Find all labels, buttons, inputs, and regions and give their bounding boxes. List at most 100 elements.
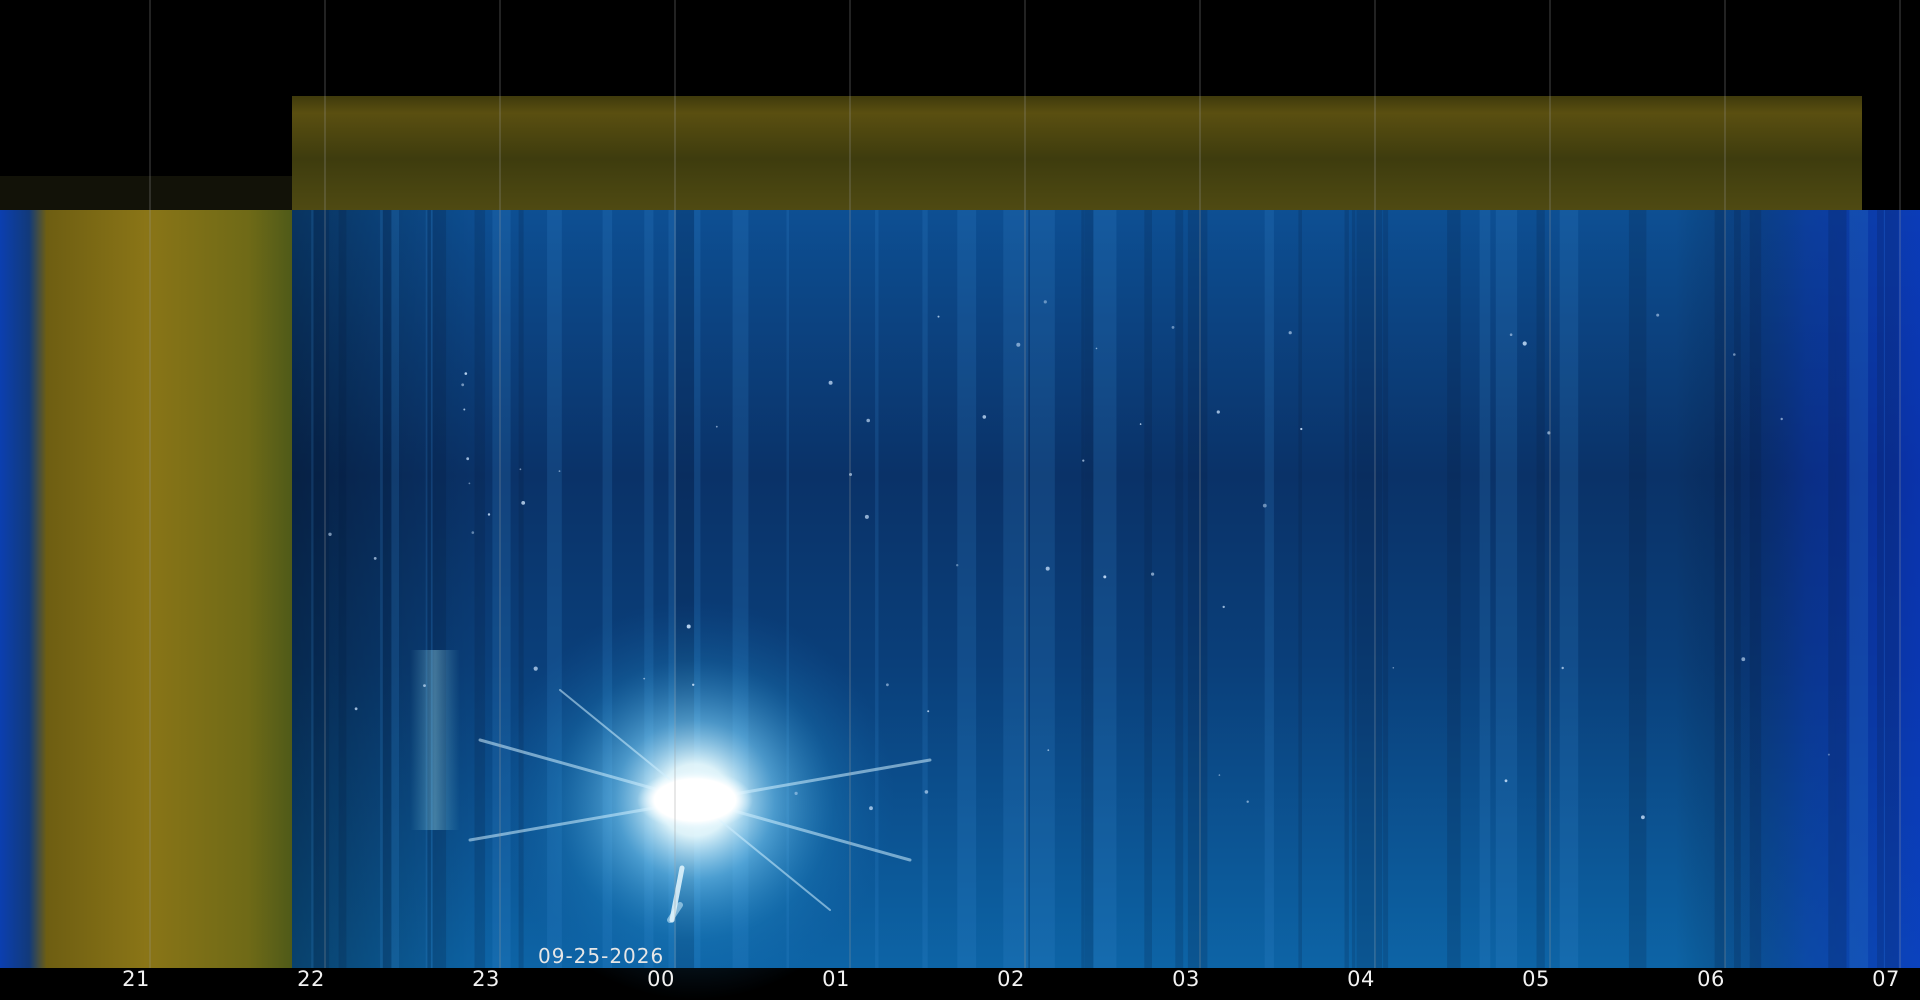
twilight-region-left — [0, 210, 292, 968]
star-speck — [1246, 800, 1249, 803]
star-speck — [1016, 342, 1021, 347]
sky-streak — [1081, 210, 1085, 968]
star-speck — [464, 372, 468, 375]
sky-streak — [1010, 210, 1029, 968]
sky-streak — [427, 210, 447, 968]
star-speck — [1216, 410, 1220, 414]
sky-streak — [432, 210, 436, 968]
star-speck — [1288, 331, 1292, 335]
star-speck — [533, 666, 538, 671]
sky-streak — [1298, 210, 1302, 968]
sky-streak — [1383, 210, 1389, 968]
star-speck — [886, 683, 889, 687]
sky-streak — [965, 210, 977, 968]
star-speck — [956, 564, 959, 567]
sky-streak — [313, 210, 330, 968]
sky-streak — [1884, 210, 1899, 968]
star-speck — [558, 470, 561, 472]
star-speck — [1300, 427, 1303, 431]
sky-streak — [1090, 210, 1094, 968]
star-speck — [466, 457, 470, 461]
star-speck — [1262, 503, 1267, 508]
star-speck — [1641, 815, 1645, 820]
hour-tick-label: 03 — [1172, 967, 1200, 991]
star-speck — [1561, 666, 1564, 670]
sky-streak — [1344, 210, 1349, 968]
star-speck — [643, 677, 646, 680]
hour-tick-label: 04 — [1347, 967, 1375, 991]
star-speck — [1522, 341, 1527, 346]
star-speck — [1103, 575, 1107, 579]
star-speck — [463, 408, 466, 411]
star-speck — [1171, 326, 1175, 329]
sky-streak — [1629, 210, 1647, 968]
star-speck — [1780, 417, 1783, 421]
sky-streak — [1375, 210, 1383, 968]
star-speck — [1827, 753, 1830, 756]
sky-streak — [1734, 210, 1741, 968]
sky-streak — [338, 210, 347, 968]
star-speck — [1504, 779, 1508, 783]
sky-streak — [1482, 210, 1491, 968]
star-speck — [1656, 313, 1660, 317]
keogram-canvas — [0, 0, 1920, 1000]
star-speck — [468, 482, 471, 485]
star-speck — [982, 415, 987, 419]
star-speck — [1047, 749, 1050, 752]
star-speck — [794, 791, 798, 796]
star-speck — [354, 707, 358, 711]
hour-tick-label: 22 — [297, 967, 325, 991]
star-speck — [423, 684, 426, 687]
star-speck — [1733, 353, 1736, 356]
sky-streak — [1356, 210, 1375, 968]
sky-streak — [1447, 210, 1461, 968]
star-speck — [828, 380, 833, 385]
sky-streak — [1559, 210, 1579, 968]
star-speck — [937, 315, 940, 318]
sky-streak — [382, 210, 392, 968]
sky-streak — [1351, 210, 1356, 968]
star-speck — [869, 806, 873, 811]
hour-tick-label: 23 — [472, 967, 500, 991]
sky-streak — [1828, 210, 1837, 968]
star-speck — [1222, 605, 1225, 609]
hour-tick-label: 02 — [997, 967, 1025, 991]
star-speck — [521, 501, 526, 505]
hour-tick-label: 07 — [1872, 967, 1900, 991]
star-speck — [1082, 459, 1085, 462]
star-speck — [471, 531, 475, 534]
star-speck — [924, 790, 929, 794]
sky-streak — [474, 210, 486, 968]
sky-streak — [1536, 210, 1545, 968]
star-speck — [1218, 774, 1221, 776]
star-speck — [328, 532, 332, 536]
sky-streak — [1175, 210, 1184, 968]
sky-streak — [1714, 210, 1726, 968]
sky-streak — [1144, 210, 1152, 968]
star-speck — [1045, 566, 1050, 571]
star-speck — [373, 557, 377, 560]
date-label: 09-25-2026 — [538, 944, 665, 968]
keogram-image: 09-25-2026 21 22 23 00 01 02 03 04 05 06 07 — [0, 0, 1920, 1000]
star-speck — [866, 418, 870, 423]
hour-tick-label: 06 — [1697, 967, 1725, 991]
star-speck — [715, 425, 718, 428]
twilight-band-top — [292, 96, 1862, 210]
sky-streak — [1835, 210, 1847, 968]
star-speck — [1151, 572, 1155, 576]
star-speck — [519, 468, 522, 471]
star-speck — [1741, 657, 1746, 662]
star-speck — [927, 710, 930, 713]
star-speck — [692, 683, 695, 686]
hour-tick-label: 00 — [647, 967, 675, 991]
star-speck — [487, 513, 491, 516]
star-speck — [1043, 300, 1047, 304]
star-speck — [1509, 333, 1513, 337]
sky-streak — [922, 210, 928, 968]
star-speck — [1392, 667, 1395, 669]
star-speck — [1095, 347, 1098, 350]
sky-streak — [1098, 210, 1117, 968]
sky-streak — [1749, 210, 1762, 968]
sky-streak — [1501, 210, 1518, 968]
star-speck — [1139, 423, 1142, 425]
